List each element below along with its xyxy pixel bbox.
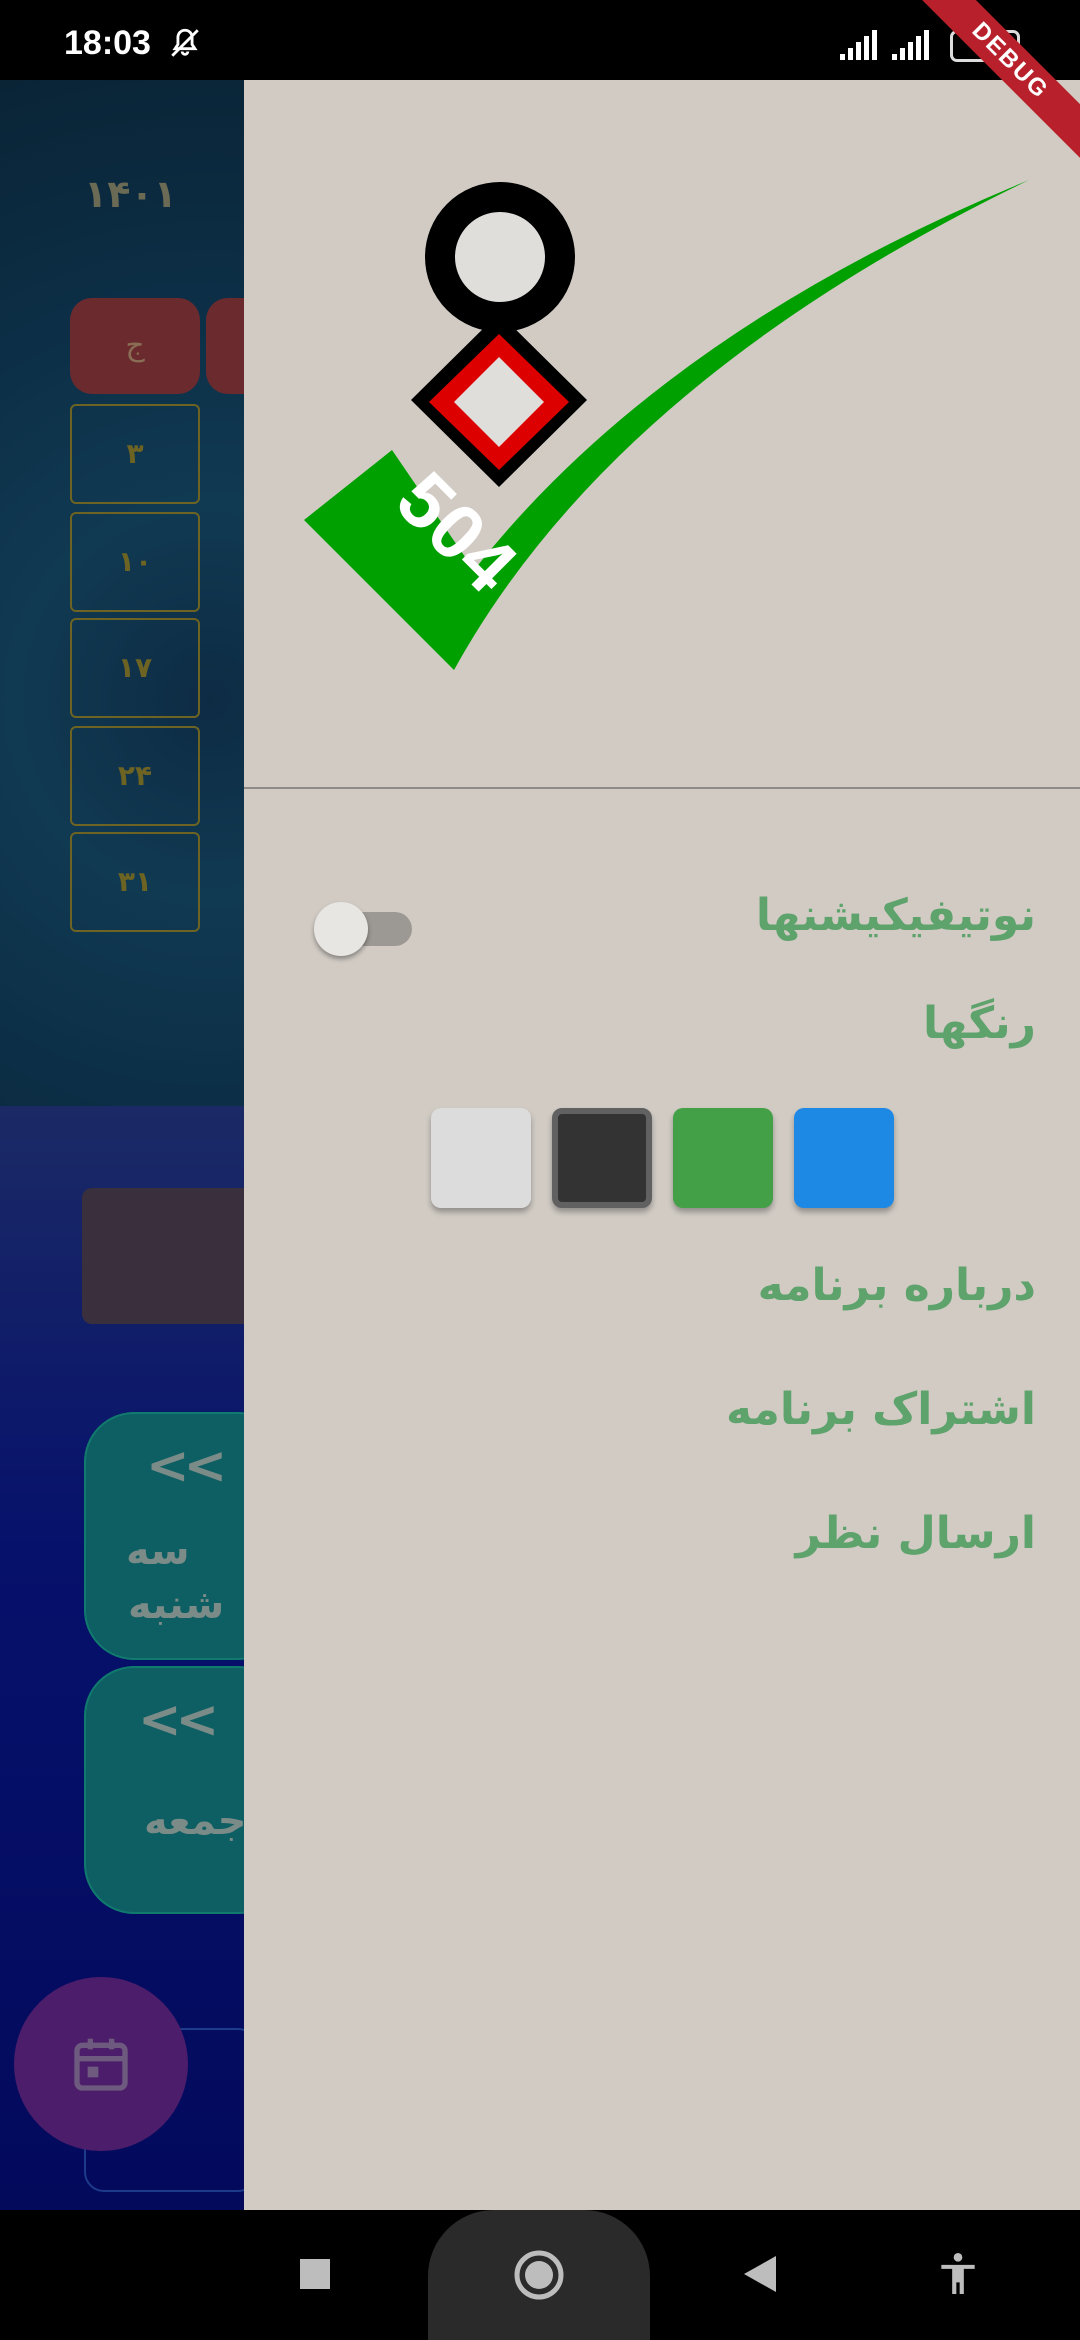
recents-button[interactable] [298, 2257, 332, 2291]
accessibility-icon[interactable] [938, 2252, 978, 2296]
home-button[interactable] [512, 2248, 566, 2302]
menu-item-about[interactable]: درباره برنامه [758, 1260, 1036, 1311]
notifications-toggle[interactable] [314, 902, 414, 956]
status-time: 18:03 [64, 24, 151, 62]
navigation-drawer: 504 نوتیفیکیشنها رنگها درباره برنامه اشت… [244, 80, 1080, 2210]
back-button[interactable] [742, 2254, 778, 2294]
signal-icon [840, 30, 877, 60]
calendar-day[interactable]: ۳۱ [70, 832, 200, 932]
chevrons-icon: << [146, 1436, 227, 1496]
drawer-divider [244, 787, 1080, 789]
menu-item-feedback[interactable]: ارسال نظر [796, 1508, 1036, 1559]
menu-item-share[interactable]: اشتراک برنامه [726, 1384, 1036, 1435]
color-swatch-dark[interactable] [552, 1108, 652, 1208]
mute-icon [171, 28, 199, 57]
color-swatch-light[interactable] [431, 1108, 531, 1208]
calendar-icon [74, 2038, 128, 2091]
color-swatch-blue[interactable] [794, 1108, 894, 1208]
calendar-day[interactable]: ۲۴ [70, 726, 200, 826]
day-card[interactable]: << جمعه [84, 1666, 244, 1914]
calendar-day[interactable]: ۱۷ [70, 618, 200, 718]
notifications-label: نوتیفیکیشنها [755, 890, 1036, 941]
app-logo: 504 [304, 180, 1029, 670]
status-bar: 18:03 59 [0, 0, 1080, 80]
chevrons-icon: << [138, 1690, 219, 1750]
calendar-day[interactable]: ۱۰ [70, 512, 200, 612]
colors-label: رنگها [922, 998, 1036, 1049]
calendar-year: ۱۴۰۱ [84, 172, 177, 216]
background-box [82, 1188, 244, 1324]
calendar-weekday-header: ج [70, 298, 200, 394]
calendar-day[interactable]: ۳ [70, 404, 200, 504]
calendar-weekday-header-2 [206, 298, 244, 394]
calendar-fab-button[interactable] [14, 1977, 188, 2151]
system-nav-bar [0, 2210, 1080, 2340]
color-swatch-green[interactable] [673, 1108, 773, 1208]
day-card[interactable]: << سه شنبه [84, 1412, 244, 1660]
background-app[interactable]: ۱۴۰۱ ج ۳ ۱۰ ۱۷ ۲۴ ۳۱ << سه شنبه << جمعه [0, 80, 244, 2210]
signal-icon-2 [892, 30, 929, 60]
